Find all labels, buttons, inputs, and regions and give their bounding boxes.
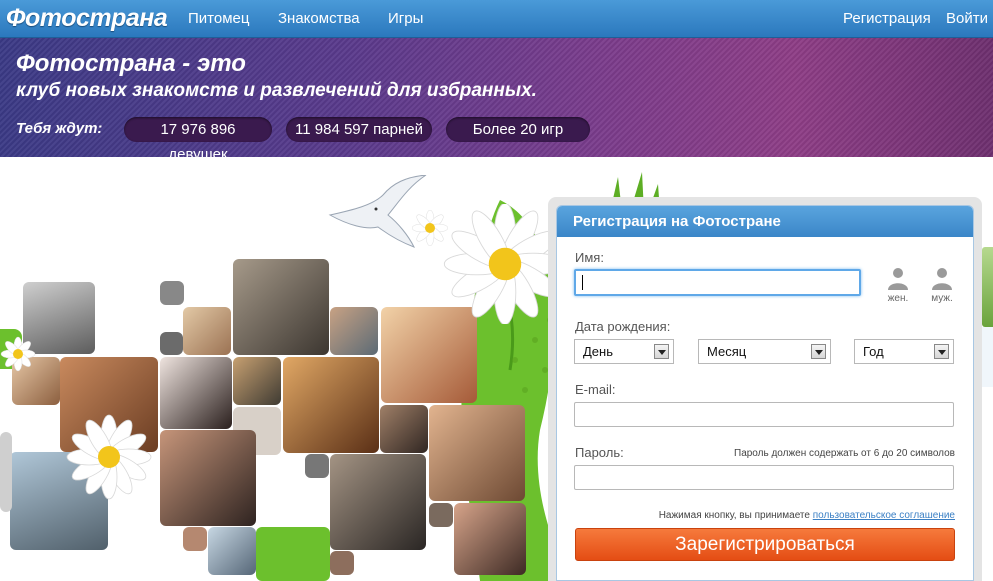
profile-photo[interactable] <box>429 405 525 501</box>
nav-link-dating[interactable]: Знакомства <box>278 10 360 27</box>
chevron-down-icon <box>934 344 949 359</box>
birth-day-value: День <box>583 344 613 359</box>
register-button[interactable]: Зарегистрироваться <box>575 528 955 561</box>
daisy-flower-icon <box>66 414 152 500</box>
birth-date-label: Дата рождения: <box>575 319 671 334</box>
text-caret <box>582 275 583 290</box>
collage-green-tile <box>256 527 330 581</box>
nav-register-link[interactable]: Регистрация <box>843 10 931 27</box>
profile-photo[interactable] <box>160 332 183 355</box>
chevron-down-icon <box>654 344 669 359</box>
registration-form: Регистрация на Фотостране Имя: жен. муж.… <box>556 205 974 581</box>
page: Фотострана Питомец Знакомства Игры Регис… <box>0 0 993 581</box>
profile-photo[interactable] <box>330 454 426 550</box>
waiting-label: Тебя ждут: <box>16 120 103 137</box>
profile-photo[interactable] <box>380 405 428 453</box>
profile-photo[interactable] <box>305 454 329 478</box>
nav-link-games[interactable]: Игры <box>388 10 423 27</box>
profile-photo[interactable] <box>160 281 184 305</box>
gender-female-option[interactable]: жен. <box>882 266 914 304</box>
profile-photo[interactable] <box>160 357 232 429</box>
right-edge-photo-strip <box>982 157 993 581</box>
name-input[interactable] <box>574 269 861 296</box>
profile-photo[interactable] <box>330 307 378 355</box>
daisy-flower-icon <box>0 336 36 372</box>
boys-count-pill[interactable]: 11 984 597 парней <box>286 117 432 142</box>
registration-header: Регистрация на Фотостране <box>557 206 973 237</box>
birth-year-select[interactable]: Год <box>854 339 954 364</box>
profile-photo[interactable] <box>160 430 256 526</box>
email-label: E-mail: <box>575 382 616 397</box>
gender-female-label: жен. <box>887 293 909 304</box>
girls-count-pill[interactable]: 17 976 896 девушек <box>124 117 272 163</box>
profile-photo[interactable] <box>183 307 231 355</box>
daisy-flower-icon <box>412 210 448 246</box>
male-silhouette-icon <box>932 268 952 290</box>
birth-year-value: Год <box>863 344 884 359</box>
terms-prefix: Нажимая кнопку, вы принимаете <box>658 510 810 521</box>
password-input[interactable] <box>574 465 954 490</box>
promo-banner: Фотострана - это клуб новых знакомств и … <box>0 38 993 163</box>
top-navbar: Фотострана Питомец Знакомства Игры Регис… <box>0 0 993 38</box>
female-silhouette-icon <box>888 268 908 290</box>
profile-photo[interactable] <box>233 259 329 355</box>
email-input[interactable] <box>574 402 954 427</box>
chevron-down-icon <box>811 344 826 359</box>
birth-month-select[interactable]: Месяц <box>698 339 831 364</box>
profile-photo[interactable] <box>283 357 379 453</box>
profile-photo[interactable] <box>454 503 526 575</box>
profile-photo[interactable] <box>208 527 256 575</box>
birth-day-select[interactable]: День <box>574 339 674 364</box>
profile-photo[interactable] <box>429 503 453 527</box>
nav-link-pet[interactable]: Питомец <box>188 10 249 27</box>
password-hint: Пароль должен содержать от 6 до 20 симво… <box>734 448 955 459</box>
games-count-pill[interactable]: Более 20 игр <box>446 117 590 142</box>
banner-subtitle: клуб новых знакомств и развлечений для и… <box>16 80 537 101</box>
profile-photo[interactable] <box>233 357 281 405</box>
gender-male-option[interactable]: муж. <box>925 266 959 304</box>
terms-notice: Нажимая кнопку, вы принимаете пользовате… <box>597 510 955 521</box>
password-label: Пароль: <box>575 445 624 460</box>
gender-male-label: муж. <box>931 293 953 304</box>
terms-link[interactable]: пользовательское соглашение <box>813 510 955 521</box>
profile-photo[interactable] <box>0 432 12 512</box>
nav-login-link[interactable]: Войти <box>946 10 988 27</box>
profile-photo[interactable] <box>183 527 207 551</box>
birth-month-value: Месяц <box>707 344 747 359</box>
name-label: Имя: <box>575 250 604 265</box>
site-logo[interactable]: Фотострана <box>6 4 168 33</box>
profile-photo[interactable] <box>982 327 993 387</box>
banner-title: Фотострана - это <box>16 50 246 77</box>
profile-photo[interactable] <box>330 551 354 575</box>
profile-photo[interactable] <box>982 247 993 327</box>
